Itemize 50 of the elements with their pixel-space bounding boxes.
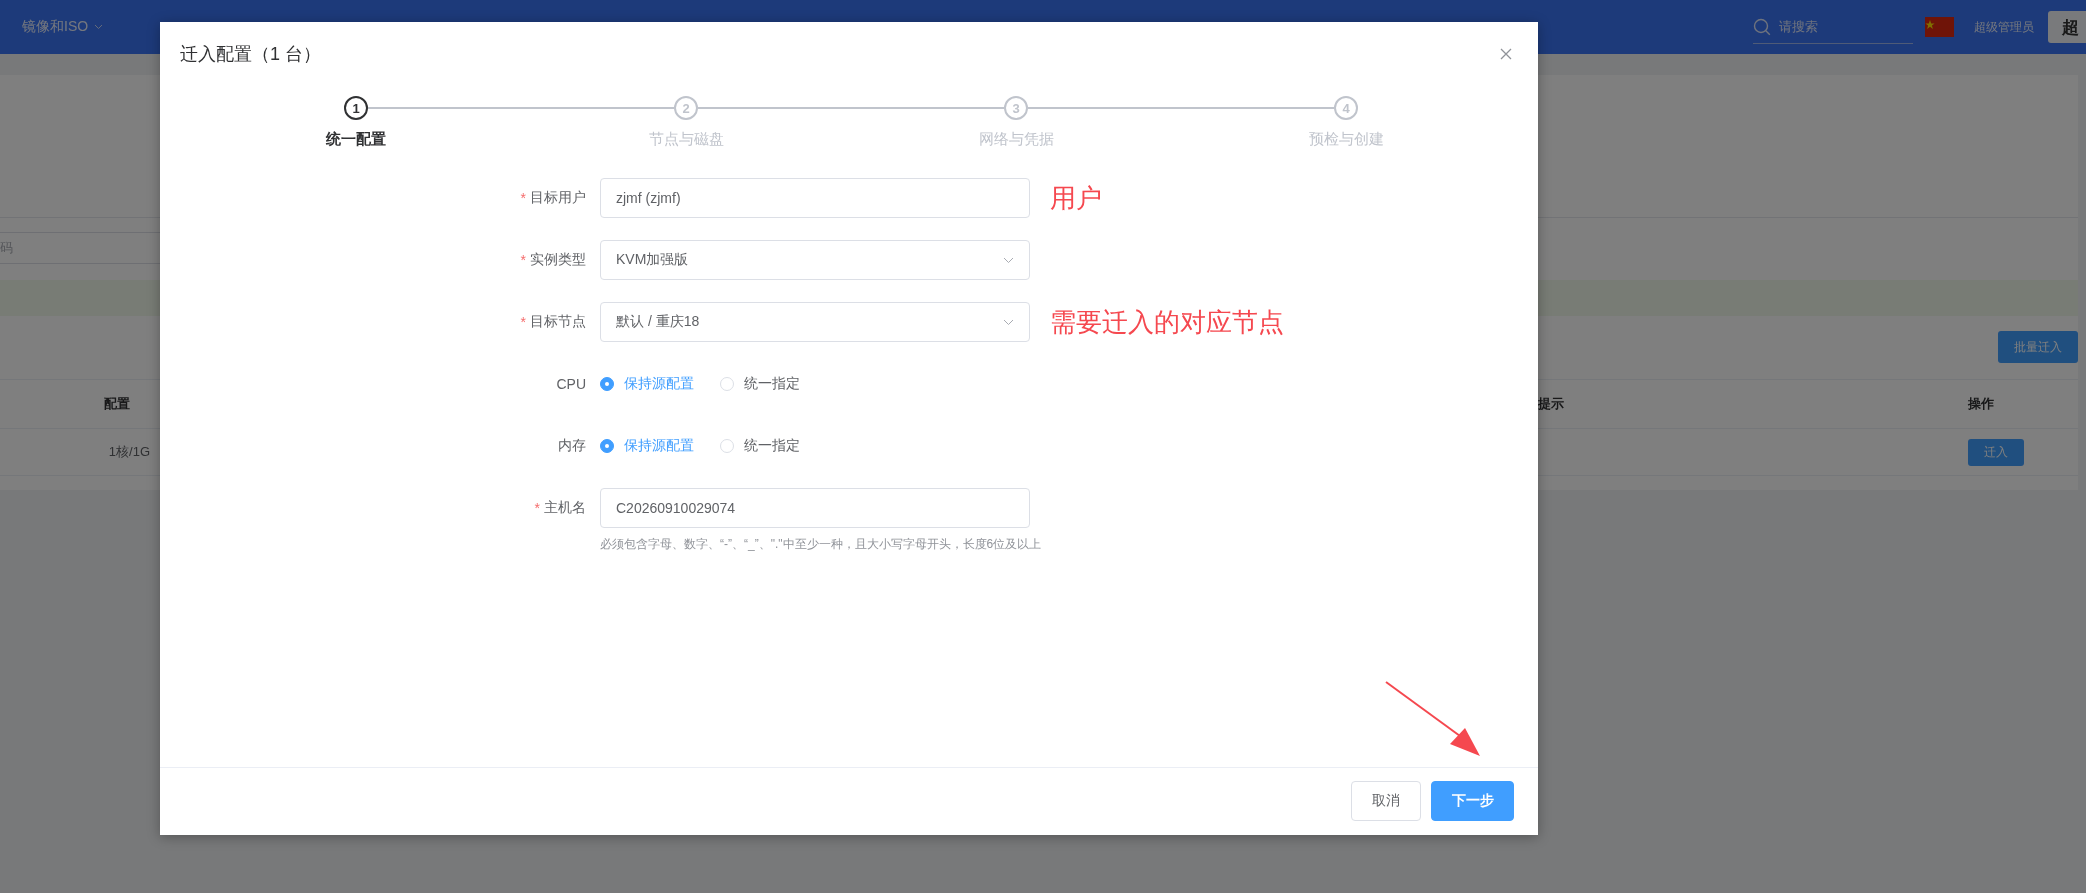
- radio-label[interactable]: 统一指定: [744, 437, 800, 455]
- table-cell: 1核/1G: [108, 443, 150, 461]
- annotation-text: 用户: [1050, 181, 1102, 215]
- batch-migrate-button[interactable]: 批量迁入: [1998, 331, 2078, 363]
- field-label: 实例类型: [530, 251, 586, 269]
- column-header: 操作: [1968, 395, 1994, 413]
- migrate-button[interactable]: 迁入: [1968, 438, 2024, 466]
- nav-menu-item[interactable]: 镜像和ISO: [22, 18, 104, 36]
- radio-label[interactable]: 保持源配置: [624, 437, 694, 455]
- column-header: 配置: [104, 395, 130, 413]
- next-button[interactable]: 下一步: [1431, 781, 1514, 821]
- radio-button[interactable]: [600, 439, 614, 453]
- annotation-text: 需要迁入的对应节点: [1050, 305, 1284, 339]
- flag-icon: [1925, 17, 1954, 37]
- step-number: 3: [1004, 96, 1028, 120]
- step-number: 2: [674, 96, 698, 120]
- search-icon: [1753, 17, 1771, 36]
- select-field[interactable]: 默认 / 重庆18: [600, 302, 1030, 342]
- chevron-down-icon: [1003, 256, 1014, 264]
- radio-button[interactable]: [600, 377, 614, 391]
- required-mark: *: [534, 500, 540, 516]
- select-field[interactable]: KVM加强版: [600, 240, 1030, 280]
- required-mark: *: [520, 314, 526, 330]
- cancel-button[interactable]: 取消: [1351, 781, 1421, 821]
- step-label: 节点与磁盘: [648, 130, 724, 149]
- column-header: 提示: [1538, 395, 1564, 413]
- required-mark: *: [520, 252, 526, 268]
- field-label: 主机名: [544, 499, 586, 517]
- close-icon[interactable]: [1500, 48, 1512, 60]
- search-field[interactable]: 请搜索: [1753, 10, 1913, 44]
- radio-label[interactable]: 统一指定: [744, 375, 800, 393]
- chevron-down-icon: [1003, 318, 1014, 326]
- radio-label[interactable]: 保持源配置: [624, 375, 694, 393]
- user-name[interactable]: 超级管理员: [1974, 18, 2034, 36]
- dialog-title: 迁入配置（1 台）: [180, 43, 321, 66]
- required-mark: *: [520, 190, 526, 206]
- caret-icon: [94, 24, 104, 30]
- field-hint: 必须包含字母、数字、“-”、“_”、"."中至少一种，且大小写字母开头，长度6位及以上: [600, 536, 1042, 553]
- step-label: 统一配置: [326, 130, 386, 149]
- step-label: 网络与凭据: [978, 130, 1054, 149]
- step-label: 预检与创建: [1308, 130, 1384, 149]
- step-number: 4: [1334, 96, 1358, 120]
- field-label: 目标用户: [530, 189, 586, 207]
- field-label: CPU: [556, 376, 586, 392]
- step-number: 1: [344, 96, 368, 120]
- field-label: 内存: [558, 437, 586, 455]
- text-field[interactable]: C20260910029074: [600, 488, 1030, 528]
- avatar[interactable]: 超: [2048, 11, 2086, 43]
- field-label: 目标节点: [530, 313, 586, 331]
- text-field[interactable]: zjmf (zjmf): [600, 178, 1030, 218]
